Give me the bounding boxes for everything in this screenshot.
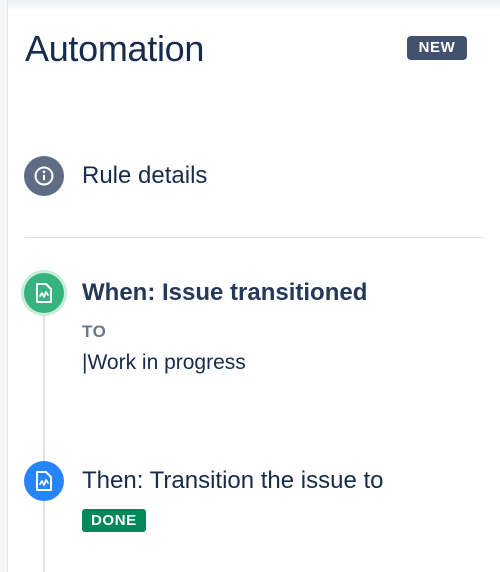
trigger-item[interactable]: When: Issue transitioned <box>24 273 367 313</box>
component-file-icon <box>24 273 64 313</box>
divider <box>25 237 483 238</box>
transition-status-value: |Work in progress <box>82 351 246 374</box>
panel-left-edge <box>0 0 8 572</box>
action-item[interactable]: Then: Transition the issue to <box>24 461 384 501</box>
component-file-icon <box>24 461 64 501</box>
transition-to-label: TO <box>82 322 107 341</box>
status-lozenge-done: DONE <box>82 509 146 532</box>
page-title: Automation <box>25 28 205 69</box>
timeline-connector <box>43 314 45 572</box>
info-icon <box>24 156 64 196</box>
new-badge: NEW <box>407 36 467 60</box>
action-label: Then: Transition the issue to <box>82 467 384 494</box>
rule-details-label: Rule details <box>82 162 208 189</box>
trigger-label: When: Issue transitioned <box>82 279 368 306</box>
rule-details-item[interactable]: Rule details <box>24 156 207 196</box>
panel-top-shadow <box>0 0 500 12</box>
